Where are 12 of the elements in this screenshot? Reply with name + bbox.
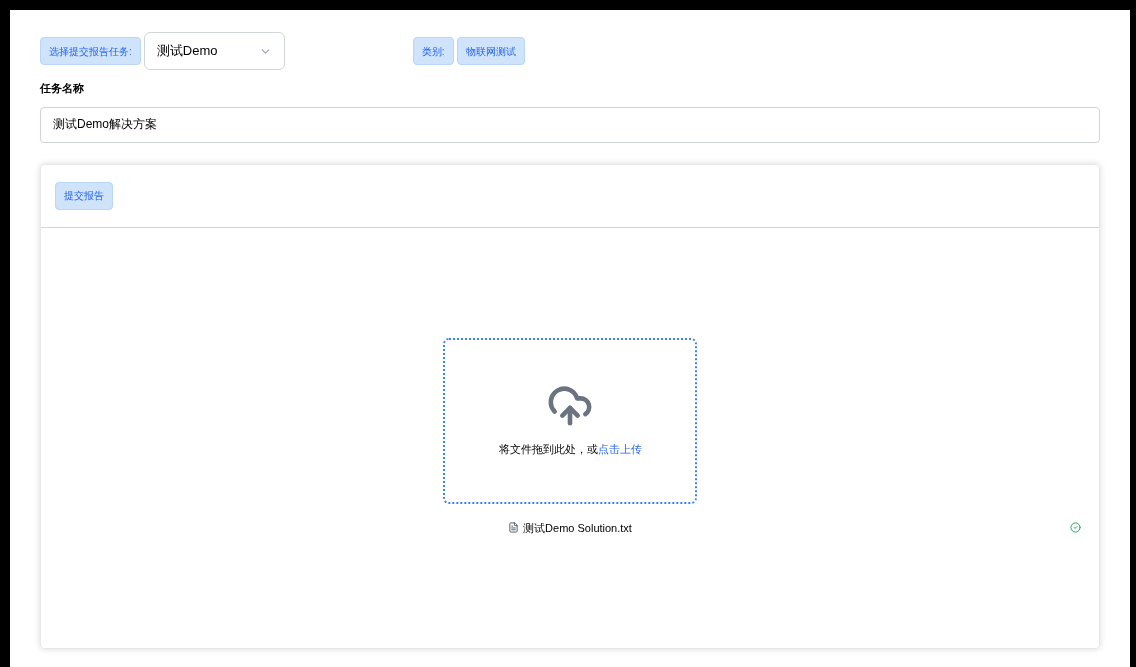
category-label: 类别:	[412, 37, 454, 65]
upload-hint: 将文件拖到此处，或点击上传	[498, 442, 642, 458]
task-select[interactable]: 测试Demo	[143, 32, 285, 70]
task-select-label: 选择提交报告任务:	[40, 37, 141, 65]
task-name-label: 任务名称	[40, 81, 85, 96]
submit-report-button[interactable]: 提交报告	[55, 181, 113, 210]
file-icon	[508, 522, 520, 534]
category-value: 物联网测试	[456, 37, 525, 65]
upload-link[interactable]: 点击上传	[597, 443, 642, 456]
upload-dropzone[interactable]: 将文件拖到此处，或点击上传	[443, 337, 697, 504]
task-name-field[interactable]: 测试Demo解决方案	[40, 106, 1100, 143]
file-name[interactable]: 测试Demo Solution.txt	[523, 519, 632, 536]
